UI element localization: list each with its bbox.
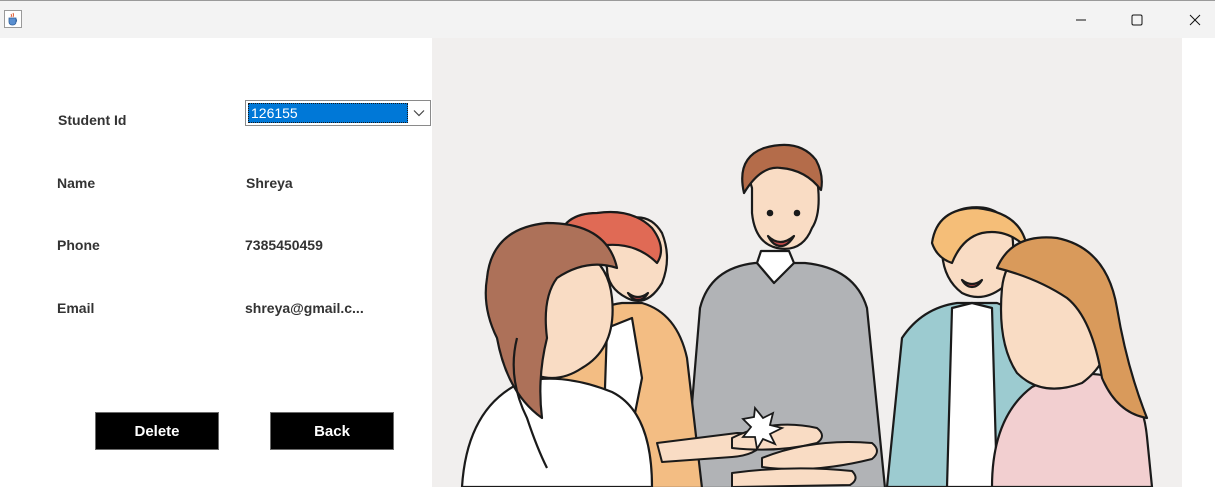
person-long-hair-pink-top [990,236,1154,487]
app-window: Student Id 126155 Name Shreya Phone 7385… [0,0,1215,487]
java-cup-icon[interactable] [4,10,22,28]
team-illustration [432,38,1182,487]
chevron-down-icon[interactable] [408,101,430,125]
email-value: shreya@gmail.c... [245,300,364,316]
minimize-icon [1076,19,1086,20]
close-icon [1189,14,1201,25]
team-hands-together-image [460,143,1154,487]
phone-value: 7385450459 [245,237,323,253]
email-label: Email [57,300,95,316]
name-label: Name [57,175,96,191]
student-id-selected-value[interactable]: 126155 [248,103,408,123]
close-button[interactable] [1172,1,1215,38]
minimize-button[interactable] [1058,1,1104,38]
maximize-button[interactable] [1114,1,1160,38]
student-id-label: Student Id [58,112,127,128]
phone-label: Phone [57,237,100,253]
title-bar[interactable] [0,0,1215,38]
delete-button[interactable]: Delete [95,412,219,450]
back-button[interactable]: Back [270,412,394,450]
maximize-icon [1131,14,1143,25]
student-id-combobox[interactable]: 126155 [245,100,431,126]
name-value: Shreya [246,175,293,191]
